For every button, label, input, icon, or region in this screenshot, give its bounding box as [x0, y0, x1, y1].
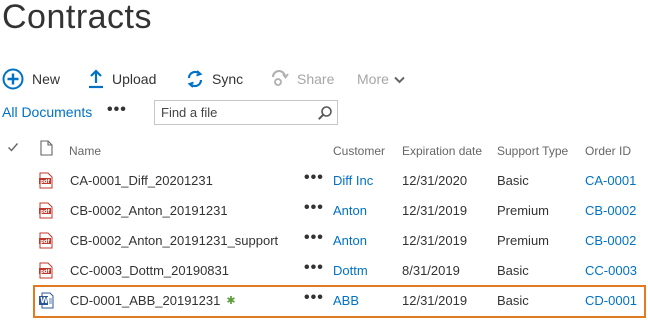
row-menu-ellipsis[interactable]: ••• [304, 229, 324, 247]
expiration-date: 12/31/2019 [402, 293, 468, 308]
expiration-date: 12/31/2019 [402, 233, 468, 248]
svg-text:pdf: pdf [40, 209, 50, 215]
support-type: Premium [497, 203, 550, 218]
support-type: Basic [497, 293, 529, 308]
sync-button[interactable]: Sync [186, 66, 243, 92]
search-icon[interactable] [316, 104, 334, 122]
more-button[interactable]: More [357, 66, 405, 92]
file-name[interactable]: CC-0003_Dottm_20190831 [70, 263, 229, 278]
support-type: Basic [497, 173, 529, 188]
order-id-link[interactable]: CA-0001 [585, 173, 636, 188]
column-header-order[interactable]: Order ID [585, 144, 631, 158]
expiration-date: 8/31/2019 [402, 263, 460, 278]
column-header-name[interactable]: Name [69, 144, 101, 158]
share-icon [269, 69, 289, 89]
customer-link[interactable]: Anton [333, 233, 367, 248]
share-label: Share [297, 71, 335, 87]
upload-arrow-icon [88, 69, 104, 89]
pdf-icon: pdf [39, 262, 53, 279]
file-name[interactable]: CA-0001_Diff_20201231 [70, 173, 213, 188]
order-id-link[interactable]: CB-0002 [585, 233, 636, 248]
more-label: More [357, 71, 389, 87]
customer-link[interactable]: ABB [333, 293, 359, 308]
search-input[interactable] [155, 101, 315, 124]
svg-text:pdf: pdf [40, 179, 50, 185]
upload-label: Upload [112, 71, 157, 87]
svg-text:W: W [40, 296, 49, 305]
select-all-checkmark-icon[interactable] [7, 141, 19, 156]
expiration-date: 12/31/2020 [402, 173, 468, 188]
share-button[interactable]: Share [269, 66, 334, 92]
table-row[interactable]: pdf CA-0001_Diff_20201231 ••• Diff Inc 1… [0, 166, 648, 196]
row-menu-ellipsis[interactable]: ••• [304, 289, 324, 307]
table-row-highlighted[interactable]: W CD-0001_ABB_20191231 ✱ ••• ABB 12/31/20… [0, 285, 648, 318]
plus-circle-icon [2, 68, 24, 90]
row-menu-ellipsis[interactable]: ••• [304, 169, 324, 187]
order-id-link[interactable]: CD-0001 [585, 293, 637, 308]
new-item-icon: ✱ [226, 295, 236, 307]
sync-label: Sync [212, 71, 244, 87]
svg-text:pdf: pdf [40, 239, 50, 245]
table-row[interactable]: pdf CC-0003_Dottm_20190831 ••• Dottm 8/3… [0, 256, 648, 286]
pdf-icon: pdf [39, 172, 53, 189]
file-name-text: CD-0001_ABB_20191231 [70, 293, 221, 308]
expiration-date: 12/31/2019 [402, 203, 468, 218]
file-name[interactable]: CD-0001_ABB_20191231 ✱ [70, 293, 236, 308]
column-header-expiration[interactable]: Expiration date [402, 144, 482, 158]
chevron-down-icon [394, 71, 405, 87]
view-all-documents[interactable]: All Documents [2, 104, 92, 120]
pdf-icon: pdf [39, 232, 53, 249]
row-menu-ellipsis[interactable]: ••• [304, 259, 324, 277]
table-row[interactable]: pdf CB-0002_Anton_20191231_support ••• A… [0, 226, 648, 256]
file-name[interactable]: CB-0002_Anton_20191231_support [70, 233, 278, 248]
pdf-icon: pdf [39, 202, 53, 219]
table-row[interactable]: pdf CB-0002_Anton_20191231 ••• Anton 12/… [0, 196, 648, 226]
order-id-link[interactable]: CC-0003 [585, 263, 637, 278]
upload-button[interactable]: Upload [88, 66, 156, 92]
new-button[interactable]: New [2, 66, 60, 92]
customer-link[interactable]: Anton [333, 203, 367, 218]
support-type: Basic [497, 263, 529, 278]
file-type-header-icon[interactable] [40, 140, 53, 159]
support-type: Premium [497, 233, 550, 248]
file-name[interactable]: CB-0002_Anton_20191231 [70, 203, 228, 218]
page-title: Contracts [2, 0, 152, 36]
column-header-support[interactable]: Support Type [497, 144, 568, 158]
customer-link[interactable]: Dottm [333, 263, 368, 278]
word-doc-icon: W [39, 292, 54, 309]
search-box [154, 100, 338, 125]
sync-icon [186, 69, 204, 89]
svg-text:pdf: pdf [40, 269, 50, 275]
column-header-customer[interactable]: Customer [333, 144, 385, 158]
row-menu-ellipsis[interactable]: ••• [304, 199, 324, 217]
view-options-ellipsis[interactable]: ••• [107, 101, 127, 119]
new-label: New [32, 71, 61, 87]
order-id-link[interactable]: CB-0002 [585, 203, 636, 218]
customer-link[interactable]: Diff Inc [333, 173, 373, 188]
